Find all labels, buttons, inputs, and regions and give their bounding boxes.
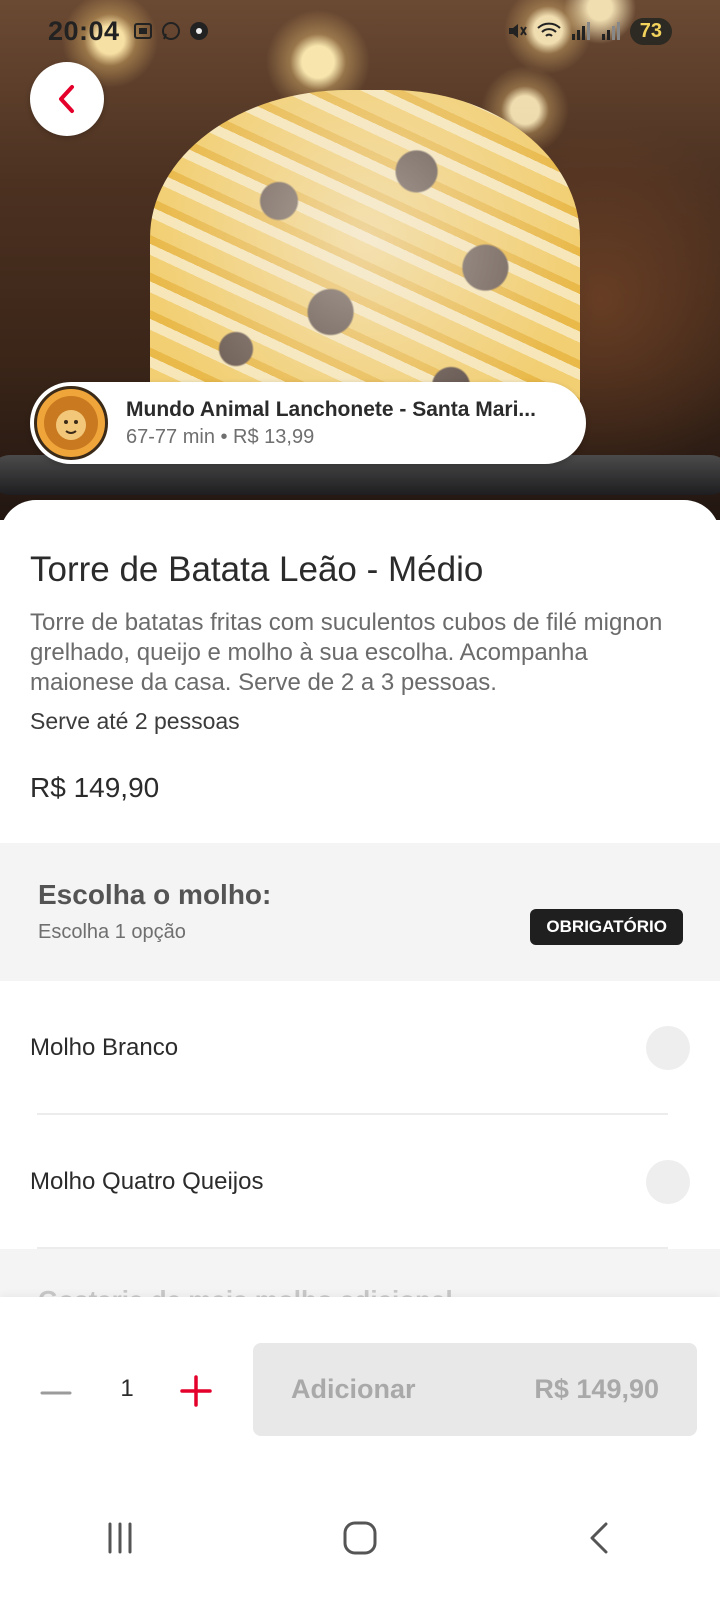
back-button[interactable] [30, 62, 104, 136]
product-details-sheet: Torre de Batata Leão - Médio Torre de ba… [0, 500, 720, 1320]
product-serves: Serve até 2 pessoas [30, 708, 240, 734]
product-price: R$ 149,90 [30, 772, 160, 803]
option-radio[interactable] [646, 1160, 690, 1204]
required-badge: OBRIGATÓRIO [530, 909, 683, 945]
wifi-icon [537, 22, 561, 37]
store-info-card[interactable]: Mundo Animal Lanchonete - Santa Mari... … [30, 382, 586, 464]
chevron-left-icon [59, 85, 74, 113]
option-radio[interactable] [646, 1026, 690, 1070]
product-description: Torre de batatas fritas com suculentos c… [30, 609, 663, 696]
status-time: 20:04 [48, 15, 120, 46]
status-left: 20:04 [48, 16, 210, 47]
lion-logo-icon [44, 396, 98, 450]
home-icon[interactable] [340, 1518, 380, 1558]
quantity-value: 1 [120, 1375, 134, 1402]
whatsapp-icon [161, 22, 180, 40]
recents-icon[interactable] [100, 1518, 140, 1558]
option-label: Molho Branco [30, 1034, 179, 1061]
store-name: Mundo Animal Lanchonete - Santa Mari... [126, 397, 536, 421]
add-to-cart-bar: 1 Adicionar R$ 149,90 [0, 1297, 720, 1475]
status-right: 73 [506, 17, 672, 45]
screenshot-icon [133, 23, 152, 39]
signal-icon [571, 22, 590, 40]
option-group-subtitle: Escolha 1 opção [38, 921, 186, 943]
system-navigation-bar [0, 1475, 720, 1600]
add-button-total: R$ 149,90 [534, 1374, 659, 1404]
option-group-header: Escolha o molho: Escolha 1 opção OBRIGAT… [0, 843, 720, 981]
minus-icon[interactable] [38, 1375, 74, 1411]
store-text: Mundo Animal Lanchonete - Santa Mari... … [126, 398, 536, 449]
back-icon[interactable] [580, 1518, 620, 1558]
mute-icon [508, 24, 527, 38]
option-molho-quatro-queijos[interactable]: Molho Quatro Queijos [0, 1115, 720, 1249]
product-title: Torre de Batata Leão - Médio [30, 550, 484, 589]
battery-indicator: 73 [629, 17, 672, 45]
soccer-icon [189, 22, 208, 40]
add-to-cart-button[interactable]: Adicionar R$ 149,90 [253, 1343, 697, 1436]
store-logo [34, 386, 108, 460]
option-group-title: Escolha o molho: [38, 879, 272, 910]
notification-icons [132, 20, 210, 42]
option-molho-branco[interactable]: Molho Branco [0, 981, 720, 1115]
store-delivery-info: 67-77 min • R$ 13,99 [126, 425, 315, 448]
option-label: Molho Quatro Queijos [30, 1168, 264, 1195]
plus-icon[interactable] [176, 1371, 216, 1411]
add-button-label: Adicionar [291, 1374, 416, 1404]
signal-icon-2 [601, 22, 620, 40]
status-bar: 20:04 73 [0, 0, 720, 62]
